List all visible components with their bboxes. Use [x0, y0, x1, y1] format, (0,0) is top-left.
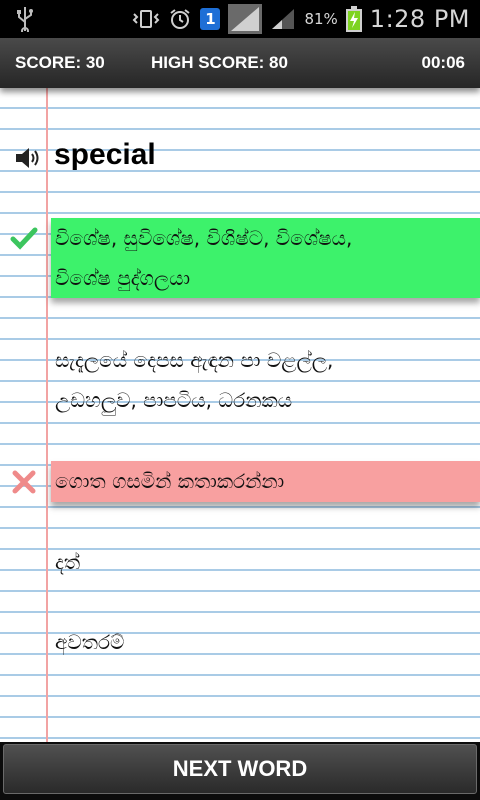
status-time: 1:28 PM — [369, 5, 470, 33]
usb-icon — [17, 7, 33, 32]
answer-option-2-line1: සැදැලයේ දෙපස ඇඳන පා වළල්ල, — [55, 348, 334, 372]
signal-icon — [228, 4, 263, 34]
battery-charging-icon — [345, 6, 362, 32]
quiz-paper: special විශේෂ, සුවිශේෂ, විශිෂ්ට, විශේෂය,… — [0, 88, 480, 742]
answer-option-5[interactable]: අවතරම් — [51, 622, 480, 662]
next-word-button[interactable]: NEXT WORD — [3, 744, 477, 794]
alarm-icon — [170, 9, 191, 29]
answer-option-5-line1: අවතරම් — [55, 630, 125, 654]
vibrate-icon — [133, 10, 160, 28]
margin-line — [46, 88, 48, 742]
answer-option-4[interactable]: දත් — [51, 542, 480, 582]
speaker-icon[interactable] — [14, 146, 42, 170]
answer-option-1-line2: විශේෂ පුද්ගලයා — [55, 266, 191, 290]
answer-option-1-line1: විශේෂ, සුවිශේෂ, විශිෂ්ට, විශේෂය, — [55, 226, 353, 250]
cross-mark-icon — [12, 470, 36, 494]
score-bar: SCORE: 30 HIGH SCORE: 80 00:06 — [0, 38, 480, 88]
answer-option-3-line1: ගොත ගසමින් කතාකරන්නා — [55, 469, 285, 493]
word-row: special — [0, 136, 480, 180]
answer-option-2-line2: උඩහලුව, පාපටිය, ධරනකය — [55, 388, 293, 412]
status-bar: 1 81% 1:28 PM — [0, 0, 480, 38]
quiz-word: special — [54, 138, 156, 171]
score-label: SCORE: 30 — [15, 53, 105, 72]
timer-label: 00:06 — [421, 53, 465, 72]
notification-badge-icon: 1 — [200, 8, 221, 30]
answer-option-4-line1: දත් — [55, 550, 81, 574]
answer-option-1[interactable]: විශේෂ, සුවිශේෂ, විශිෂ්ට, විශේෂය, විශේෂ ප… — [51, 218, 480, 298]
high-score-label: HIGH SCORE: 80 — [151, 53, 288, 72]
answer-option-3[interactable]: ගොත ගසමින් කතාකරන්නා — [51, 461, 480, 502]
bottom-bar: NEXT WORD — [0, 742, 480, 800]
answer-option-2[interactable]: සැදැලයේ දෙපස ඇඳන පා වළල්ල, උඩහලුව, පාපටි… — [51, 340, 480, 420]
battery-percent: 81% — [304, 10, 338, 28]
check-mark-icon — [10, 227, 38, 250]
signal-weak-icon — [272, 9, 295, 29]
